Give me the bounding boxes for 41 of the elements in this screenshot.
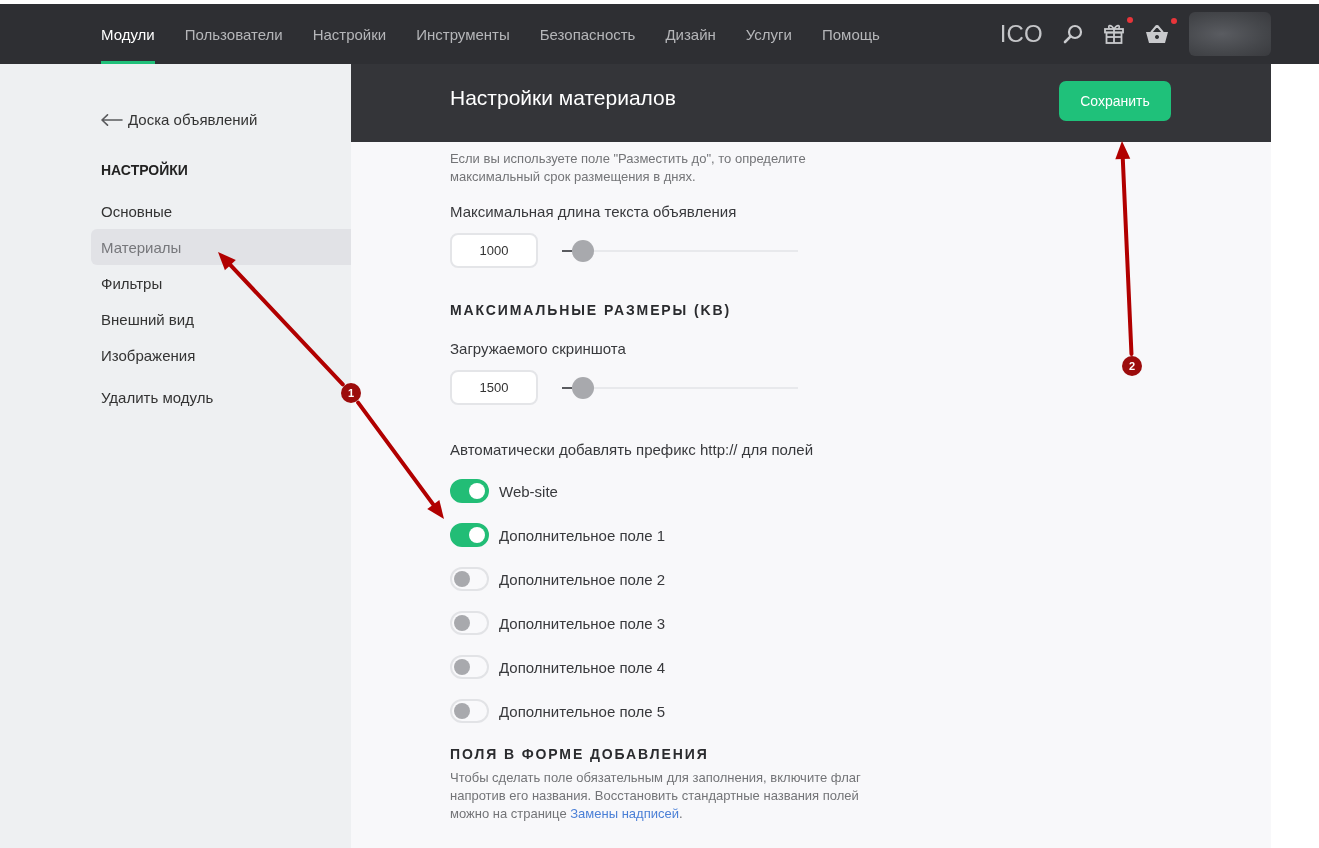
nav-tab[interactable]: Дизайн: [665, 4, 716, 64]
sidebar-item[interactable]: Материалы: [91, 229, 351, 265]
field-label: Автоматически добавлять префикс http:// для полей: [450, 440, 814, 460]
basket-icon[interactable]: [1145, 24, 1169, 44]
back-link[interactable]: Доска объявлений: [91, 110, 258, 130]
nav-tab[interactable]: Пользователи: [184, 4, 283, 64]
section-heading: ПОЛЯ В ФОРМЕ ДОБАВЛЕНИЯ: [450, 745, 709, 764]
toggle-label: Web-site: [499, 482, 558, 500]
text-link[interactable]: Замены надписей: [570, 806, 679, 821]
field-label: Максимальная длина текста объявления: [450, 202, 737, 222]
sidebar-heading: НАСТРОЙКИ: [100, 160, 188, 180]
gift-icon[interactable]: [1103, 23, 1125, 45]
toggle-label: Дополнительное поле 3: [499, 614, 666, 632]
ico-link[interactable]: ICO: [999, 20, 1043, 48]
slider-thumb[interactable]: [572, 239, 595, 262]
nav-tab[interactable]: Инструменты: [416, 4, 510, 64]
nav-tab[interactable]: Помощь: [822, 4, 880, 64]
nav-tab[interactable]: Услуги: [745, 4, 792, 64]
number-field[interactable]: 1500: [450, 370, 538, 405]
arrow-left-icon: [101, 114, 123, 126]
number-field[interactable]: 1000: [450, 233, 538, 268]
slider-thumb[interactable]: [572, 376, 595, 399]
sidebar-item[interactable]: Фильтры: [91, 265, 351, 301]
toggle-switch[interactable]: [450, 479, 489, 503]
search-icon[interactable]: [1063, 24, 1083, 44]
toggle-label: Дополнительное поле 1: [499, 526, 666, 544]
delete-module-link[interactable]: Удалить модуль: [91, 379, 224, 415]
toggle-label: Дополнительное поле 4: [499, 658, 666, 676]
nav-tab[interactable]: Настройки: [312, 4, 387, 64]
hint-text: Чтобы сделать поле обязательным для заполнения, включите флаг напротив его названия. Восстановить стандартные названия полей можно на странице Замены надписей.: [450, 769, 862, 823]
panel-title: Настройки материалов: [450, 86, 676, 110]
sidebar-item[interactable]: Внешний вид: [91, 301, 351, 337]
nav-tab[interactable]: Безопасность: [539, 4, 636, 64]
hint-text: Если вы используете поле "Разместить до", то определите максимальный срок размещения в днях.: [450, 150, 807, 186]
sidebar-item[interactable]: Основные: [91, 193, 351, 229]
sidebar-item[interactable]: Изображения: [91, 337, 351, 373]
toggle-switch[interactable]: [450, 523, 489, 547]
toggle-label: Дополнительное поле 2: [499, 570, 666, 588]
toggle-label: Дополнительное поле 5: [499, 702, 666, 720]
field-label: Загружаемого скриншота: [450, 339, 626, 359]
section-heading: МАКСИМАЛЬНЫЕ РАЗМЕРЫ (KB): [450, 301, 732, 320]
